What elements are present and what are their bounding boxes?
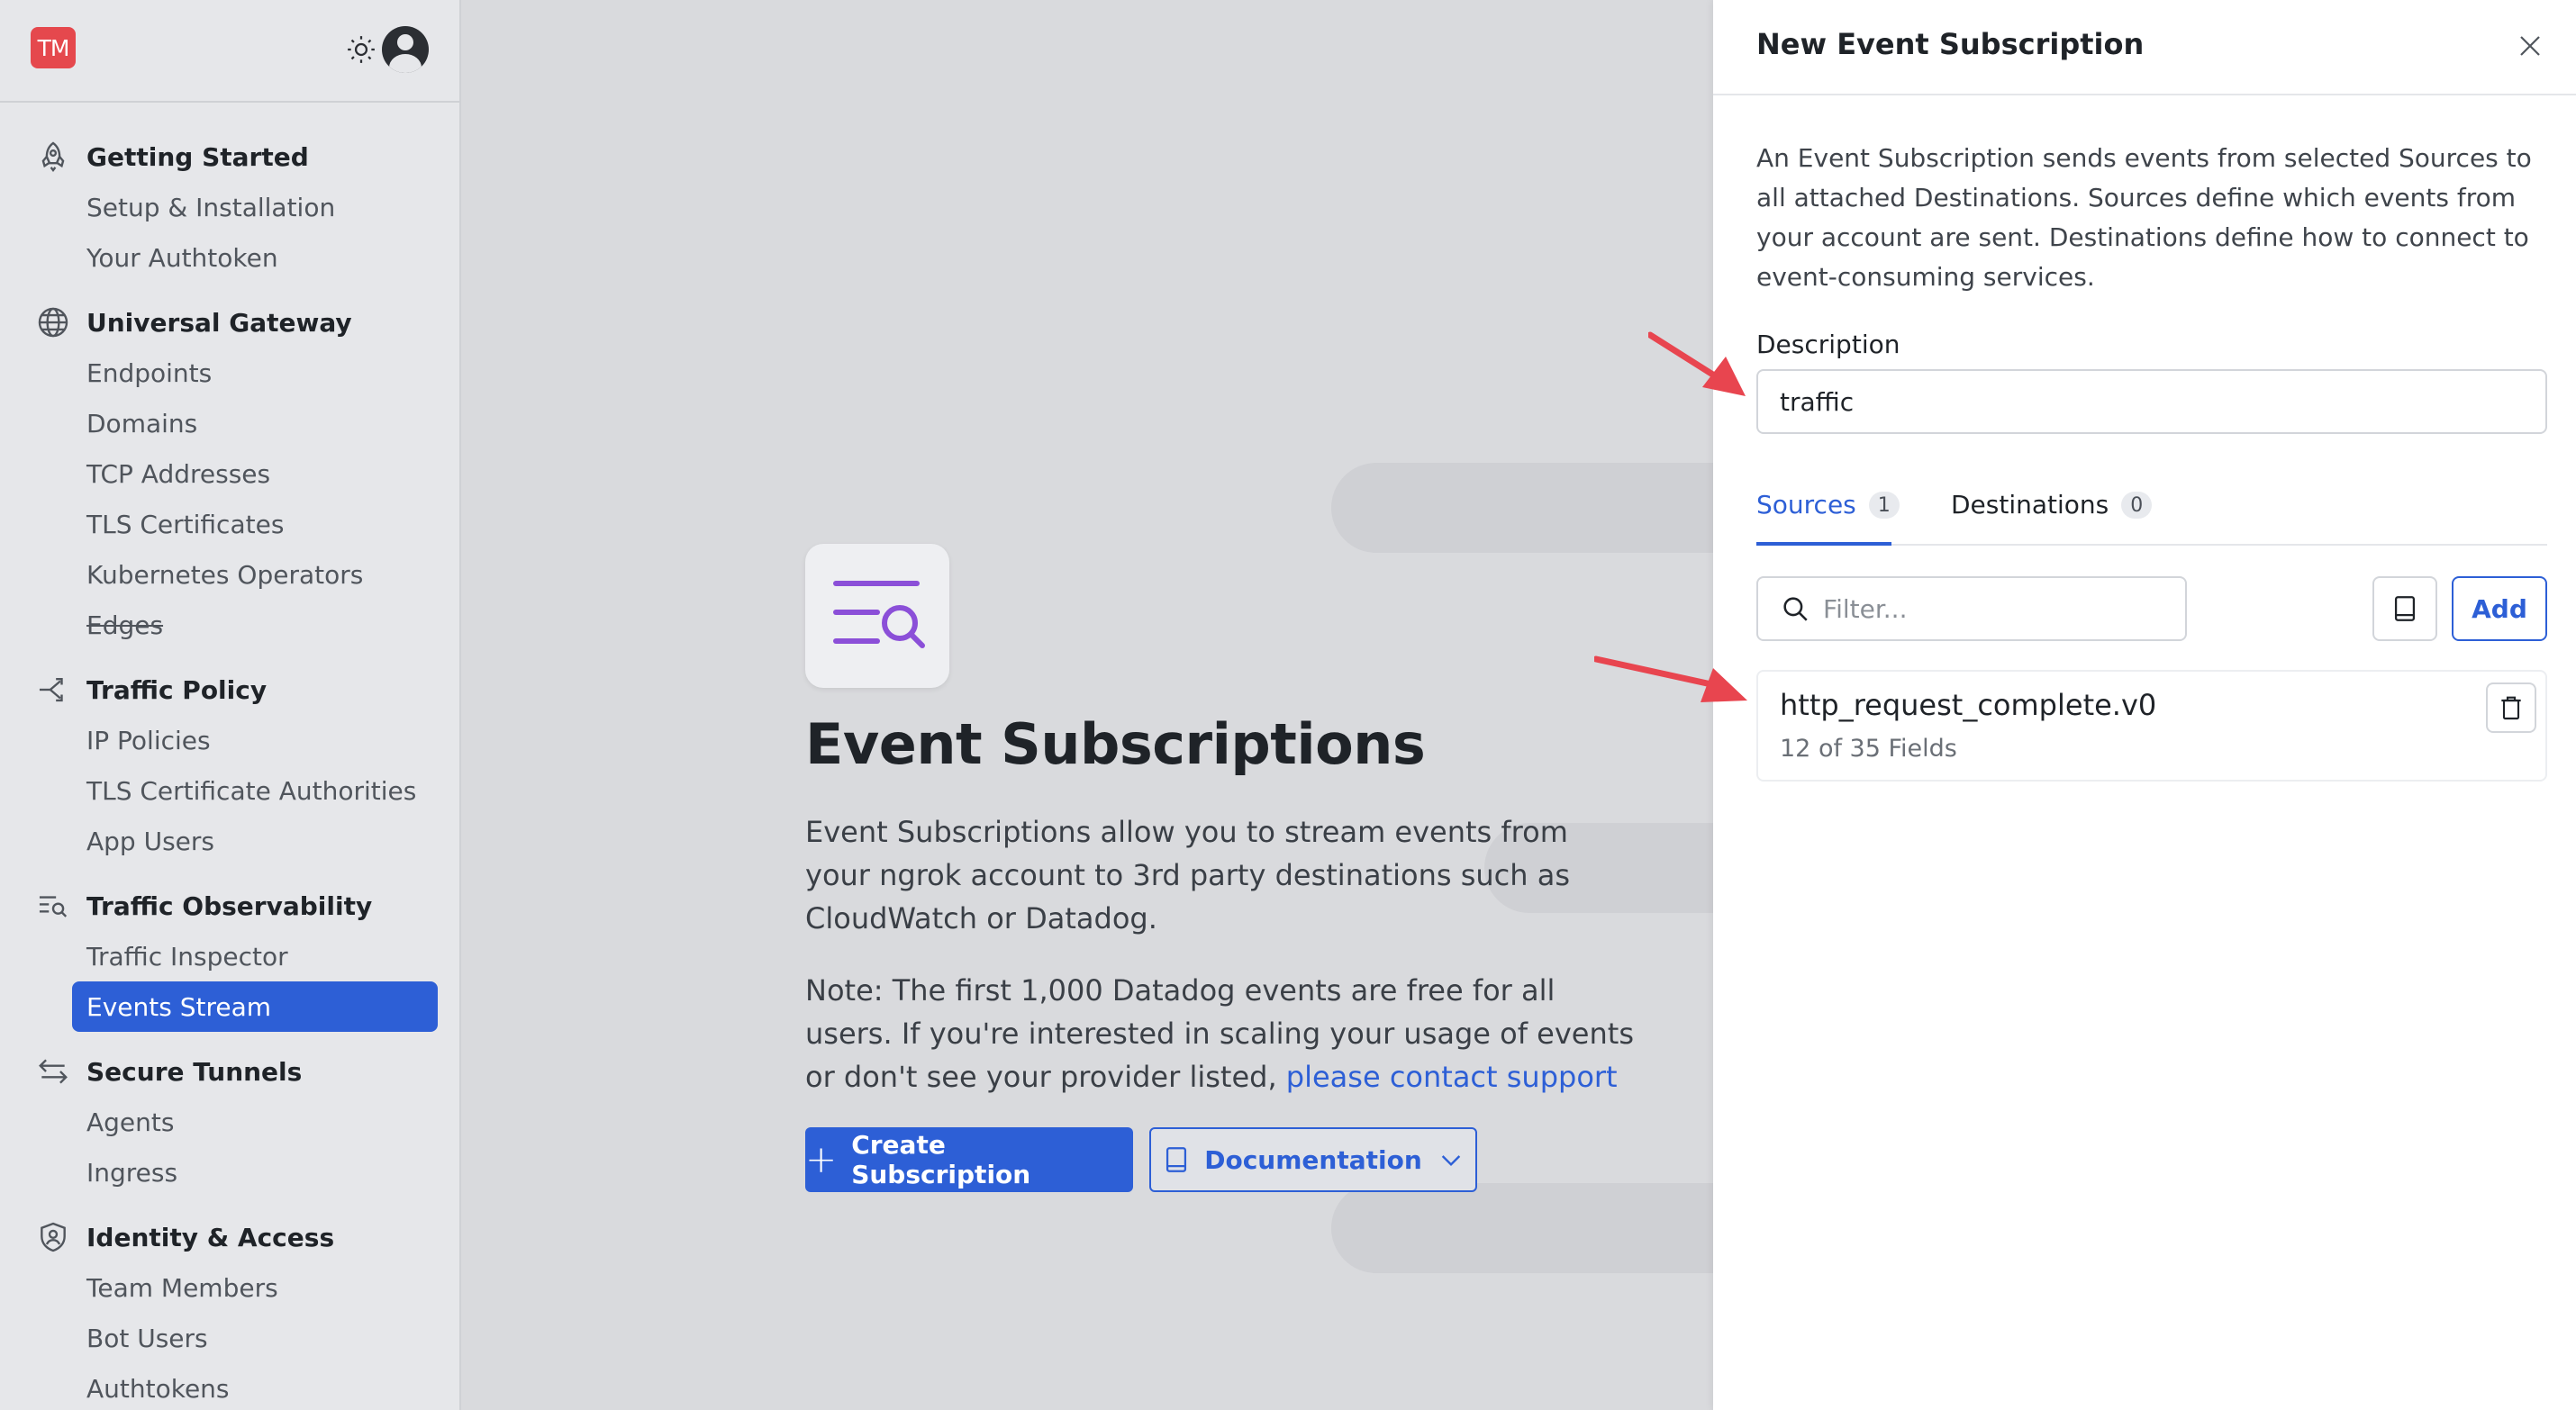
sidebar-item-team-members[interactable]: Team Members [72,1262,438,1313]
annotation-arrow-icon [1594,655,1747,702]
section-title: Getting Started [86,141,309,172]
filter-input[interactable] [1823,593,2165,624]
delete-source-button[interactable] [2486,682,2536,733]
policy-branch-icon [39,677,63,702]
count-badge: 1 [1868,492,1900,519]
page-title: Event Subscriptions [805,711,1426,777]
trash-icon [2501,696,2521,720]
docs-book-button[interactable] [2372,576,2437,641]
rocket-icon [41,141,65,173]
book-icon [2394,596,2416,621]
shield-user-icon [41,1222,66,1252]
arrows-left-right-icon [39,1059,68,1084]
tab-label: Sources [1756,490,1856,520]
sidebar-item-your-authtoken[interactable]: Your Authtoken [72,232,438,283]
source-fields-count: 12 of 35 Fields [1780,735,1957,763]
sidebar-item-edges[interactable]: Edges [72,600,438,650]
section-title: Identity & Access [86,1222,335,1252]
source-item[interactable]: http_request_complete.v0 12 of 35 Fields [1756,670,2547,782]
annotation-arrow-icon [1648,331,1746,396]
list-search-icon [833,581,925,648]
new-event-subscription-drawer: New Event Subscription An Event Subscrip… [1713,0,2576,1410]
chevron-down-icon [1441,1155,1460,1167]
intro-text: Event Subscriptions allow you to stream … [805,815,1570,935]
description-input[interactable] [1756,369,2547,434]
sidebar-header: TM [0,0,459,103]
section-traffic-observability[interactable]: Traffic Observability [36,888,372,924]
section-universal-gateway[interactable]: Universal Gateway [36,304,352,340]
sidebar-item-kubernetes-operators[interactable]: Kubernetes Operators [72,549,438,600]
tab-sources[interactable]: Sources 1 [1756,477,1900,546]
sidebar-item-domains[interactable]: Domains [72,398,438,448]
create-subscription-button[interactable]: + Create Subscription [805,1127,1133,1192]
drawer-tabs: Sources 1 Destinations 0 [1756,477,2547,546]
globe-icon [38,307,68,338]
book-icon [1166,1147,1187,1172]
close-icon[interactable] [2517,32,2544,59]
sidebar-item-setup-installation[interactable]: Setup & Installation [72,182,438,232]
drawer-description: An Event Subscription sends events from … [1756,143,2532,292]
section-title: Traffic Observability [86,890,373,921]
plus-icon: + [805,1137,838,1181]
documentation-label: Documentation [1204,1144,1422,1175]
section-title: Traffic Policy [86,674,268,705]
tab-label: Destinations [1951,490,2109,520]
account-logo[interactable]: TM [31,27,76,68]
section-title: Secure Tunnels [86,1056,303,1087]
sidebar-item-app-users[interactable]: App Users [72,816,438,866]
note-text: Note: The first 1,000 Datadog events are… [805,969,1634,1098]
sidebar-item-tcp-addresses[interactable]: TCP Addresses [72,448,438,499]
sidebar: TM Getting Started Setup & Installation … [0,0,461,1410]
drawer-title: New Event Subscription [1756,27,2145,61]
sidebar-item-ingress[interactable]: Ingress [72,1147,438,1198]
event-subscriptions-illustration [805,544,949,688]
sun-icon[interactable] [346,34,376,65]
section-identity-access[interactable]: Identity & Access [36,1219,334,1255]
sidebar-item-events-stream[interactable]: Events Stream [72,981,438,1032]
section-traffic-policy[interactable]: Traffic Policy [36,672,267,708]
sidebar-item-authtokens[interactable]: Authtokens [72,1363,438,1410]
section-getting-started[interactable]: Getting Started [36,139,309,175]
list-search-icon [39,896,68,917]
add-source-button[interactable]: Add [2452,576,2547,641]
avatar[interactable] [382,26,429,73]
filter-field[interactable] [1756,576,2187,641]
count-badge: 0 [2121,492,2153,519]
documentation-button[interactable]: Documentation [1149,1127,1477,1192]
source-name: http_request_complete.v0 [1780,688,2157,722]
sidebar-item-bot-users[interactable]: Bot Users [72,1313,438,1363]
contact-support-link[interactable]: please contact support [1286,1060,1618,1094]
drawer-header: New Event Subscription [1713,0,2576,95]
tab-destinations[interactable]: Destinations 0 [1951,477,2153,546]
sidebar-item-ip-policies[interactable]: IP Policies [72,715,438,765]
sidebar-item-tls-certificates[interactable]: TLS Certificates [72,499,438,549]
search-icon [1783,597,1808,621]
section-secure-tunnels[interactable]: Secure Tunnels [36,1053,302,1089]
description-label: Description [1756,330,1900,359]
sidebar-item-endpoints[interactable]: Endpoints [72,348,438,398]
create-subscription-label: Create Subscription [851,1130,1031,1189]
sidebar-item-tls-certificate-authorities[interactable]: TLS Certificate Authorities [72,765,438,816]
sidebar-item-agents[interactable]: Agents [72,1097,438,1147]
sidebar-item-traffic-inspector[interactable]: Traffic Inspector [72,931,438,981]
section-title: Universal Gateway [86,307,352,338]
